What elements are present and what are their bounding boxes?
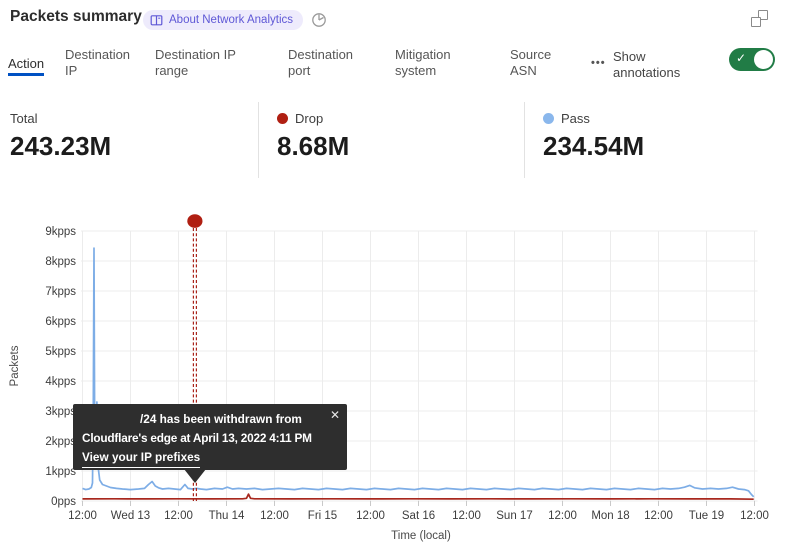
x-tick-label: 12:00 — [356, 510, 385, 522]
x-tick-label: Sat 16 — [402, 510, 435, 522]
y-tick-label: 0pps — [51, 496, 76, 508]
x-tick-label: 12:00 — [452, 510, 481, 522]
x-tick-label: 12:00 — [68, 510, 97, 522]
check-icon: ✓ — [736, 51, 746, 65]
stat-value: 243.23M — [10, 131, 111, 162]
packets-time-series-chart[interactable]: 12:00 Wed 13 12:00 Thu 14 12:00 Fri 15 12:00 Sa… — [0, 205, 785, 555]
page-title: Packets summary — [10, 8, 142, 26]
y-tick-label: 2kpps — [45, 436, 76, 448]
x-tick-label: 12:00 — [644, 510, 673, 522]
x-tick-label: Wed 13 — [111, 510, 150, 522]
toggle-knob — [754, 50, 773, 69]
close-icon[interactable]: ✕ — [330, 406, 340, 425]
x-tick-label: 12:00 — [164, 510, 193, 522]
stat-label: Drop — [295, 111, 323, 126]
stat-value: 234.54M — [543, 131, 644, 162]
x-tick-label: Tue 19 — [689, 510, 724, 522]
book-icon — [150, 14, 163, 27]
x-tick-label: Sun 17 — [496, 510, 532, 522]
tab-source-asn[interactable]: Source ASN — [510, 47, 562, 78]
y-tick-label: 1kpps — [45, 466, 76, 478]
y-tick-label: 3kpps — [45, 406, 76, 418]
badge-label: About Network Analytics — [169, 14, 293, 26]
tab-action[interactable]: Action — [8, 56, 44, 76]
show-annotations-label: Show annotations — [613, 49, 693, 80]
stat-label: Total — [10, 111, 37, 126]
x-tick-label: Fri 15 — [308, 510, 337, 522]
x-axis-title: Time (local) — [391, 530, 451, 542]
x-tick-label: 12:00 — [260, 510, 289, 522]
x-tick-label: Thu 14 — [209, 510, 245, 522]
tab-destination-ip[interactable]: Destination IP — [65, 47, 143, 78]
packets-summary-panel: Packets summary About Network Analytics … — [0, 0, 785, 555]
y-tick-label: 7kpps — [45, 286, 76, 298]
stat-pass: Pass 234.54M — [543, 111, 644, 162]
stat-value: 8.68M — [277, 131, 349, 162]
y-tick-label: 5kpps — [45, 346, 76, 358]
tab-destination-port[interactable]: Destination port — [288, 47, 368, 78]
y-tick-label: 9kpps — [45, 226, 76, 238]
stat-total: Total 243.23M — [10, 111, 111, 162]
x-tick-label: 12:00 — [740, 510, 769, 522]
tooltip-line1: /24 has been withdrawn from — [82, 410, 338, 429]
y-axis-title: Packets — [9, 345, 21, 386]
y-tick-label: 6kpps — [45, 316, 76, 328]
tab-mitigation-system[interactable]: Mitigation system — [395, 47, 473, 78]
x-tick-label: 12:00 — [548, 510, 577, 522]
stat-drop: Drop 8.68M — [277, 111, 349, 162]
about-network-analytics-badge[interactable]: About Network Analytics — [143, 10, 303, 30]
y-tick-label: 4kpps — [45, 376, 76, 388]
annotation-dot — [187, 214, 202, 228]
pass-dot — [543, 113, 554, 124]
tooltip-arrow — [184, 469, 206, 483]
more-tabs-icon[interactable]: ••• — [591, 57, 606, 69]
annotation-tooltip: ✕ /24 has been withdrawn from Cloudflare… — [73, 404, 347, 470]
show-annotations-toggle[interactable]: ✓ — [729, 48, 775, 71]
expand-window-icon[interactable] — [748, 8, 770, 30]
divider — [258, 102, 259, 178]
drop-dot — [277, 113, 288, 124]
stat-label: Pass — [561, 111, 590, 126]
view-ip-prefixes-link[interactable]: View your IP prefixes — [82, 448, 200, 468]
tooltip-line2: Cloudflare's edge at April 13, 2022 4:11… — [82, 429, 338, 448]
divider — [524, 102, 525, 178]
history-icon[interactable] — [310, 11, 328, 29]
x-tick-label: Mon 18 — [591, 510, 629, 522]
tab-destination-ip-range[interactable]: Destination IP range — [155, 47, 253, 78]
y-tick-label: 8kpps — [45, 256, 76, 268]
